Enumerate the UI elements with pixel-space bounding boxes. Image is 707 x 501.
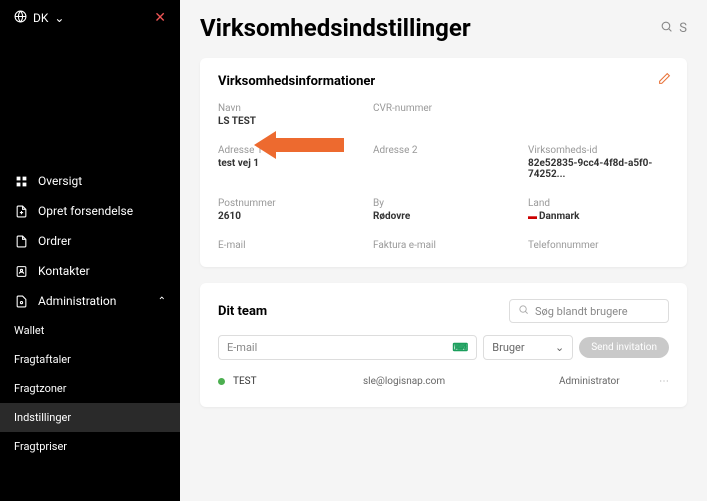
placeholder-text: Søg blandt brugere bbox=[535, 305, 628, 318]
field-zip: Postnummer 2610 bbox=[218, 198, 359, 222]
nav-label: Administration bbox=[38, 294, 116, 308]
team-search[interactable]: Søg blandt brugere bbox=[509, 299, 669, 323]
sidebar-sub-prices[interactable]: Fragtpriser bbox=[0, 432, 180, 461]
denmark-flag-icon: ▬ bbox=[528, 212, 537, 222]
chevron-down-icon: ⌄ bbox=[54, 11, 64, 25]
contacts-icon bbox=[14, 264, 28, 278]
nav-label: Ordrer bbox=[38, 234, 71, 248]
search-icon bbox=[660, 20, 673, 37]
field-company-id: Virksomheds-id 82e52835-9cc4-4f8d-a5f0-7… bbox=[528, 145, 669, 180]
edit-icon[interactable] bbox=[658, 72, 671, 89]
close-icon[interactable]: ✕ bbox=[154, 10, 166, 26]
placeholder-text: E-mail bbox=[227, 341, 257, 354]
nav-label: Fragtaftaler bbox=[14, 353, 71, 366]
send-invitation-button[interactable]: Send invitation bbox=[579, 337, 669, 358]
status-dot-icon bbox=[218, 378, 225, 385]
annotation-arrow bbox=[254, 128, 344, 166]
field-addr2: Adresse 2 bbox=[373, 145, 514, 180]
keyboard-icon: ⌨ bbox=[452, 341, 468, 354]
user-row: TEST sle@logisnap.com Administrator ⋯ bbox=[218, 372, 669, 391]
field-city: By Rødovre bbox=[373, 198, 514, 222]
sidebar-item-create[interactable]: Opret forsendelse bbox=[0, 196, 180, 226]
sidebar-sub-agreements[interactable]: Fragtaftaler bbox=[0, 345, 180, 374]
user-actions-icon[interactable]: ⋯ bbox=[659, 376, 669, 387]
field-country: Land ▬Danmark bbox=[528, 198, 669, 222]
sidebar-item-orders[interactable]: Ordrer bbox=[0, 226, 180, 256]
dashboard-icon bbox=[14, 174, 28, 188]
sidebar-sub-wallet[interactable]: Wallet bbox=[0, 316, 180, 345]
invite-email-input[interactable]: E-mail ⌨ bbox=[218, 335, 477, 360]
team-card: Dit team Søg blandt brugere E-mail ⌨ Bru… bbox=[200, 283, 687, 407]
field-name: Navn LS TEST bbox=[218, 103, 359, 127]
main-content: Virksomhedsindstillinger S Virksomhedsin… bbox=[180, 0, 707, 501]
nav-label: Kontakter bbox=[38, 264, 90, 278]
sidebar-item-admin[interactable]: Administration ⌃ bbox=[0, 286, 180, 316]
selected-role: Bruger bbox=[492, 341, 524, 354]
field-email: E-mail bbox=[218, 240, 359, 251]
settings-doc-icon bbox=[14, 294, 28, 308]
nav-label: Fragtpriser bbox=[14, 440, 67, 453]
sidebar-sub-settings[interactable]: Indstillinger bbox=[0, 403, 180, 432]
user-name: TEST bbox=[233, 376, 363, 387]
user-email: sle@logisnap.com bbox=[363, 376, 559, 387]
sidebar: DK ⌄ ✕ Oversigt Opret forsendelse Ordrer… bbox=[0, 0, 180, 501]
nav-label: Fragtzoner bbox=[14, 382, 67, 395]
nav-label: Opret forsendelse bbox=[38, 204, 133, 218]
company-section-title: Virksomhedsinformationer bbox=[218, 74, 669, 89]
lang-label: DK bbox=[33, 11, 48, 25]
search-icon bbox=[518, 304, 529, 318]
chevron-up-icon: ⌃ bbox=[158, 296, 166, 307]
team-section-title: Dit team bbox=[218, 304, 267, 319]
sidebar-item-overview[interactable]: Oversigt bbox=[0, 166, 180, 196]
nav-label: Oversigt bbox=[38, 174, 82, 188]
language-switcher[interactable]: DK ⌄ bbox=[14, 10, 64, 26]
invite-role-select[interactable]: Bruger ⌄ bbox=[483, 335, 573, 360]
sidebar-item-contacts[interactable]: Kontakter bbox=[0, 256, 180, 286]
sidebar-sub-zones[interactable]: Fragtzoner bbox=[0, 374, 180, 403]
globe-icon bbox=[14, 10, 27, 26]
user-role: Administrator bbox=[559, 376, 659, 387]
nav-label: Indstillinger bbox=[14, 411, 71, 424]
field-cvr: CVR-nummer bbox=[373, 103, 514, 127]
page-title: Virksomhedsindstillinger bbox=[200, 14, 471, 42]
field-invoice-email: Faktura e-mail bbox=[373, 240, 514, 251]
chevron-down-icon: ⌄ bbox=[555, 341, 564, 354]
nav-label: Wallet bbox=[14, 324, 44, 337]
search-placeholder: S bbox=[679, 21, 687, 36]
document-icon bbox=[14, 234, 28, 248]
document-plus-icon bbox=[14, 204, 28, 218]
page-search[interactable]: S bbox=[660, 20, 687, 37]
field-phone: Telefonnummer bbox=[528, 240, 669, 251]
